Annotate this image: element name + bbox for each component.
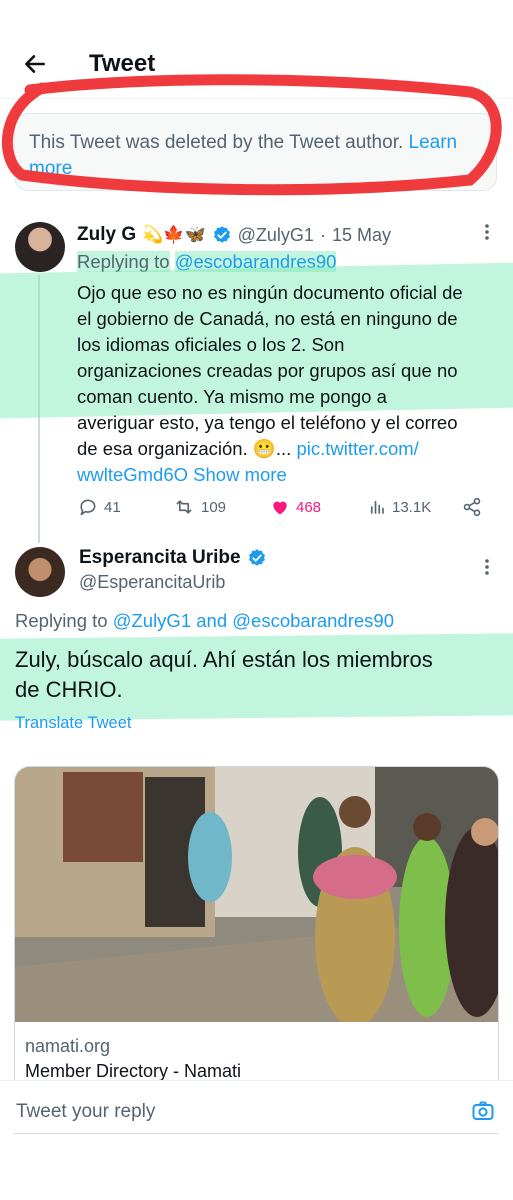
show-more-link[interactable]: Show more xyxy=(193,464,287,485)
reply-icon xyxy=(80,499,96,516)
card-title: Member Directory - Namati xyxy=(25,1061,242,1081)
tweet1-line7-text: de esa organización. 😬... xyxy=(77,438,292,459)
share-icon[interactable] xyxy=(462,497,482,517)
tweet-date[interactable]: 15 May xyxy=(332,225,391,246)
tweet2-header: Esperancita Uribe xyxy=(79,547,267,569)
tweet1-body: Ojo que eso no es ningún documento ofici… xyxy=(77,280,507,488)
view-count[interactable]: 13.1K xyxy=(368,497,431,517)
tweet1-line: wwlteGmd6O Show more xyxy=(77,462,507,488)
tweet1-line: de esa organización. 😬... pic.twitter.co… xyxy=(77,436,507,462)
reply-input[interactable]: Tweet your reply xyxy=(16,1101,155,1123)
replying-to-handles[interactable]: @ZulyG1 and @escobarandres90 xyxy=(113,610,394,631)
pic-link-rest[interactable]: wwlteGmd6O xyxy=(77,464,188,485)
like-count[interactable]: 468 xyxy=(270,497,321,517)
author-name[interactable]: Esperancita Uribe xyxy=(79,547,241,569)
tweet2-line: de CHRIO. xyxy=(15,677,123,702)
camera-icon[interactable] xyxy=(471,1099,495,1123)
retweet-icon xyxy=(176,500,192,514)
retweet-count[interactable]: 109 xyxy=(173,497,226,517)
tweet2-line: Zuly, búscalo aquí. Ahí están los miembr… xyxy=(15,647,433,672)
retweet-count-value: 109 xyxy=(201,498,227,516)
translate-tweet-link[interactable]: Translate Tweet xyxy=(15,714,131,733)
card-info: namati.org Member Directory - Namati xyxy=(15,1022,498,1082)
dot-separator: · xyxy=(319,224,326,245)
tweet2-body: Zuly, búscalo aquí. Ahí están los miembr… xyxy=(15,645,505,705)
reply-count[interactable]: 41 xyxy=(78,497,121,517)
tweet1-header: Zuly G 💫🍁🦋 @ZulyG1 · 15 May xyxy=(77,224,391,246)
heart-icon xyxy=(273,501,287,515)
tweet1-line: organizaciones creadas por grupos así qu… xyxy=(77,360,458,381)
link-card[interactable]: namati.org Member Directory - Namati xyxy=(14,766,499,1096)
verified-badge-icon xyxy=(213,226,230,243)
reply-count-value: 41 xyxy=(104,498,121,516)
author-handle[interactable]: @EsperancitaUrib xyxy=(79,572,225,593)
replying-to-label: Replying to xyxy=(15,610,108,631)
like-count-value: 468 xyxy=(296,498,322,516)
tweet2-replying-to: Replying to @ZulyG1 and @escobarandres90 xyxy=(15,610,394,632)
tweet1-line: averiguar esto, ya tengo el teléfono y e… xyxy=(77,412,458,433)
author-name[interactable]: Zuly G xyxy=(77,224,136,246)
author-handle[interactable]: @ZulyG1 xyxy=(238,225,314,246)
tweet1-line: el gobierno de Canadá, no está en ningun… xyxy=(77,308,458,329)
more-options-icon[interactable] xyxy=(480,223,494,241)
name-emojis: 💫🍁🦋 xyxy=(142,225,206,244)
replying-to-label: Replying to xyxy=(77,251,170,272)
avatar-zuly[interactable] xyxy=(15,222,65,272)
tweet1-line: Ojo que eso no es ningún documento ofici… xyxy=(77,282,463,303)
verified-badge-icon xyxy=(248,549,265,566)
avatar-esperancita[interactable] xyxy=(15,547,65,597)
tweet1-line: coman cuento. Ya mismo me pongo a xyxy=(77,386,387,407)
more-options-icon[interactable] xyxy=(480,558,494,576)
pic-link[interactable]: pic.twitter.com/ xyxy=(296,438,418,459)
views-icon xyxy=(370,500,384,514)
card-image xyxy=(15,767,498,1022)
card-domain: namati.org xyxy=(25,1036,111,1056)
tweet1-line: los idiomas oficiales o los 2. Son xyxy=(77,334,345,355)
view-count-value: 13.1K xyxy=(392,498,432,516)
reply-underline xyxy=(14,1133,498,1134)
red-marker-circle xyxy=(1,74,502,196)
